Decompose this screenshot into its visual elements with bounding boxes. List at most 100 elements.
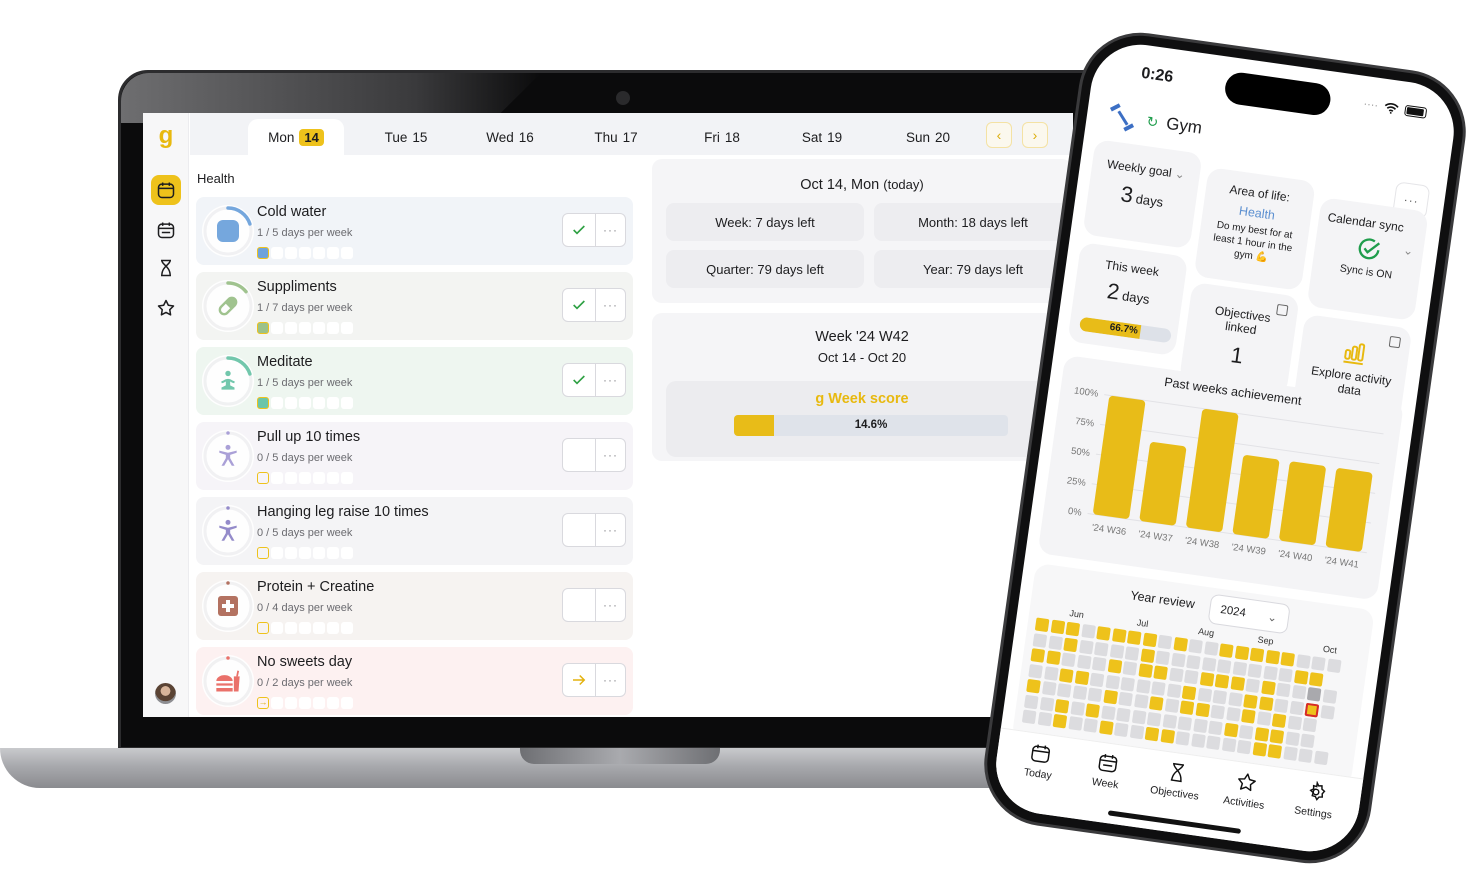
habit-more-button[interactable]: ··· — [596, 664, 625, 696]
gridline — [1100, 423, 1380, 465]
tab-day-sun[interactable]: Sun 20 — [880, 119, 976, 155]
bar[interactable] — [1325, 468, 1373, 552]
habit-more-button[interactable]: ··· — [596, 514, 625, 546]
tab-activities[interactable]: Activities — [1208, 767, 1283, 814]
external-link-icon[interactable] — [1388, 335, 1402, 349]
tab-settings[interactable]: Settings — [1278, 776, 1353, 823]
habit-complete-button[interactable] — [563, 364, 596, 396]
heatmap-day — [1201, 656, 1217, 672]
star-icon — [157, 299, 175, 316]
habit-row[interactable]: Hanging leg raise 10 times 0 / 5 days pe… — [196, 497, 633, 565]
bar[interactable] — [1279, 461, 1326, 545]
month-days-left: Month: 18 days left — [874, 203, 1072, 241]
heatmap-day — [1227, 691, 1243, 707]
heatmap-day — [1151, 680, 1166, 696]
habit-more-button[interactable]: ··· — [596, 589, 625, 621]
fastfood-icon — [214, 667, 242, 695]
week-score-text: Week score — [828, 391, 909, 407]
habit-row[interactable]: Meditate 1 / 5 days per week ··· — [196, 347, 633, 415]
tab-day-sat[interactable]: Sat 19 — [774, 119, 870, 155]
next-week-button[interactable]: › — [1022, 122, 1048, 148]
habit-row[interactable]: Protein + Creatine 0 / 4 days per week ·… — [196, 572, 633, 640]
heatmap-day — [1295, 654, 1311, 669]
bar[interactable] — [1186, 408, 1239, 532]
tab-objectives[interactable]: Objectives — [1139, 757, 1214, 804]
day-number: 16 — [518, 129, 534, 145]
heatmap-day — [1140, 647, 1155, 663]
day-progress-dot — [313, 472, 325, 484]
day-progress-dot — [341, 247, 353, 259]
habit-row[interactable]: No sweets day 0 / 2 days per week → ··· — [196, 647, 633, 715]
heatmap-day — [1032, 632, 1048, 648]
check-icon — [573, 375, 585, 385]
heatmap-day — [1172, 636, 1188, 652]
previous-week-button[interactable]: ‹ — [986, 122, 1012, 148]
weekly-goal-card[interactable]: Weekly goal ⌄ 3 days — [1082, 139, 1203, 250]
habit-more-button[interactable]: ··· — [596, 289, 625, 321]
area-description: Do my best for at least 1 hour in the gy… — [1212, 219, 1294, 265]
tab-label: Settings — [1293, 804, 1333, 822]
habit-complete-button[interactable] — [563, 664, 596, 696]
day-progress-dot — [327, 322, 339, 334]
day-progress-dot — [285, 547, 297, 559]
month-label: Jun — [1068, 608, 1085, 620]
heatmap-day — [1278, 667, 1293, 682]
hourglass-icon — [1170, 762, 1185, 783]
sidebar-item-week[interactable] — [151, 215, 181, 245]
sidebar-item-objectives[interactable] — [151, 253, 181, 283]
habit-complete-button[interactable] — [563, 514, 596, 546]
week-panel: Week '24 W42 Oct 14 - Oct 20 g Week scor… — [652, 313, 1072, 461]
habit-row[interactable]: Pull up 10 times 0 / 5 days per week ··· — [196, 422, 633, 490]
calendar-week-icon — [1098, 754, 1118, 773]
habit-more-button[interactable]: ··· — [596, 364, 625, 396]
heatmap-day — [1291, 684, 1307, 700]
heatmap-day — [1254, 726, 1269, 742]
habit-row[interactable]: Suppliments 1 / 7 days per week ··· — [196, 272, 633, 340]
habit-row[interactable]: Cold water 1 / 5 days per week ··· — [196, 197, 633, 265]
tab-day-tue[interactable]: Tue 15 — [358, 119, 454, 155]
habit-complete-button[interactable] — [563, 589, 596, 621]
day-progress-dot — [299, 697, 311, 709]
tab-today[interactable]: Today — [1002, 738, 1077, 785]
habit-complete-button[interactable] — [563, 439, 596, 471]
habit-more-button[interactable]: ··· — [596, 214, 625, 246]
tab-week[interactable]: Week — [1070, 747, 1145, 794]
heatmap-day — [1298, 748, 1313, 764]
habit-complete-button[interactable] — [563, 289, 596, 321]
year-select[interactable]: 2024 ⌄ — [1207, 593, 1291, 635]
bar[interactable] — [1232, 455, 1280, 539]
week-score-box: g Week score 14.6% — [666, 381, 1058, 457]
heatmap-day — [1177, 715, 1193, 731]
user-avatar[interactable] — [155, 683, 176, 704]
sidebar-item-today[interactable] — [151, 175, 181, 205]
sidebar-item-activities[interactable] — [151, 293, 181, 323]
tab-day-fri[interactable]: Fri 18 — [674, 119, 770, 155]
year-review-title: Year review — [1129, 588, 1196, 612]
habit-complete-button[interactable] — [563, 214, 596, 246]
check-icon — [573, 300, 585, 310]
heatmap-day — [1183, 669, 1199, 685]
calendar-sync-card[interactable]: Calendar sync ⌄ Sync is ON — [1306, 197, 1429, 321]
app-logo[interactable]: g — [155, 124, 177, 151]
heatmap-day — [1243, 693, 1258, 709]
heatmap-day — [1131, 709, 1147, 724]
day-label: Wed — [486, 129, 514, 145]
habit-more-button[interactable]: ··· — [596, 439, 625, 471]
heatmap-day — [1155, 650, 1171, 665]
heatmap-day — [1199, 671, 1214, 687]
habit-frequency: 0 / 5 days per week — [257, 452, 353, 464]
quarter-days-left: Quarter: 79 days left — [666, 250, 864, 288]
external-link-icon[interactable] — [1276, 303, 1289, 317]
heatmap-day — [1045, 650, 1061, 665]
heatmap-day — [1208, 720, 1223, 735]
check-circle-icon — [1358, 238, 1381, 260]
tab-day-wed[interactable]: Wed 16 — [462, 119, 558, 155]
bar[interactable] — [1139, 442, 1187, 526]
tab-day-thu[interactable]: Thu 17 — [568, 119, 664, 155]
tab-day-mon[interactable]: Mon 14 — [248, 119, 344, 155]
heatmap-day — [1129, 724, 1144, 740]
pill-icon — [214, 292, 242, 320]
x-tick-label: '24 W38 — [1184, 535, 1220, 551]
bar[interactable] — [1093, 395, 1146, 519]
sync-icon: ↻ — [1145, 112, 1160, 130]
